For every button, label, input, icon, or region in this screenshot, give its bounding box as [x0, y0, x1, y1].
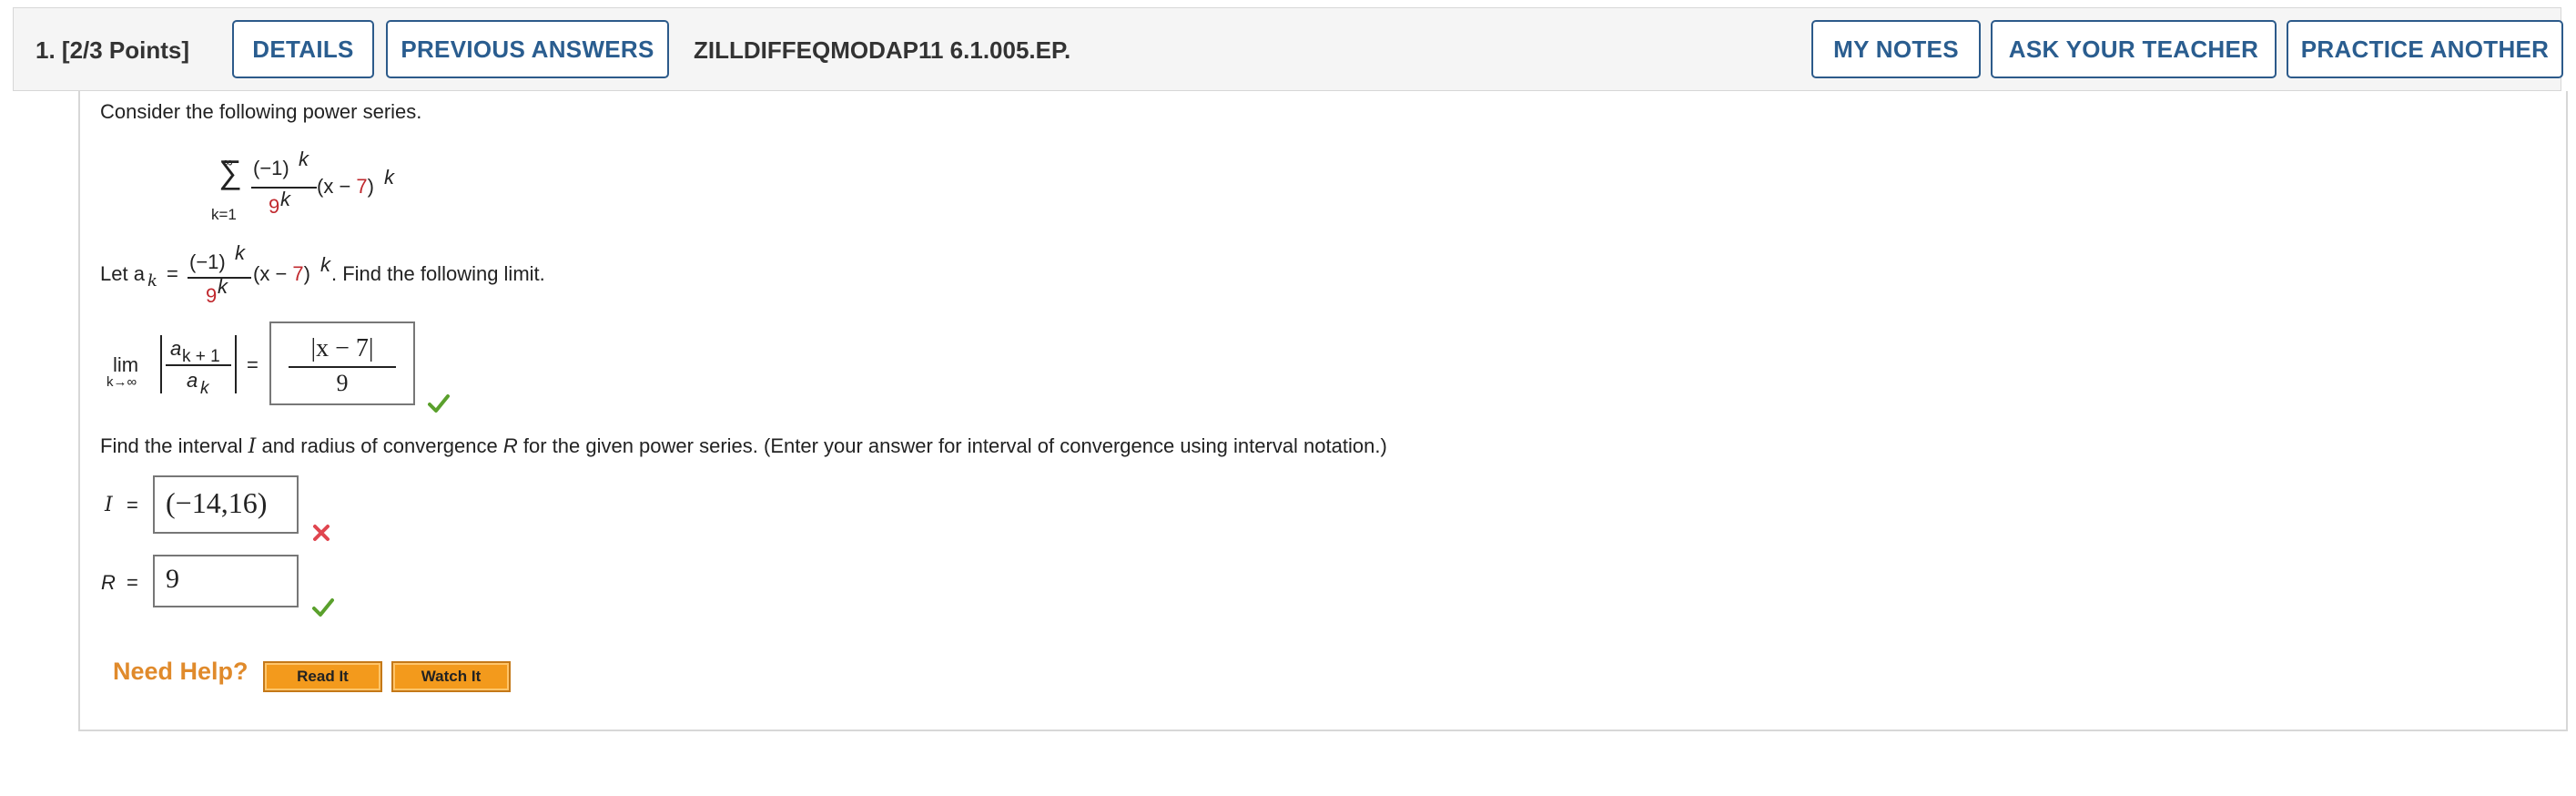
- limit-denominator-subscript: k: [200, 379, 209, 398]
- limit-equals: =: [247, 353, 259, 376]
- let-denominator-exponent: k: [218, 275, 228, 298]
- interval-answer-value: (−14,16): [166, 486, 268, 519]
- radius-answer-value: 9: [166, 564, 179, 594]
- radius-correct-check-icon: [312, 598, 334, 617]
- series-term-open: (x −: [317, 175, 357, 198]
- let-center: 7: [292, 262, 304, 285]
- let-term-open: (x −: [253, 262, 293, 285]
- sum-lower-limit: k=1: [211, 206, 237, 223]
- interval-answer-box[interactable]: (−14,16): [153, 475, 299, 534]
- let-term-close: ): [303, 262, 310, 285]
- R-equals: =: [127, 571, 138, 594]
- ask-your-teacher-button[interactable]: ASK YOUR TEACHER: [1991, 20, 2277, 78]
- question-header: 1. [2/3 Points] DETAILS PREVIOUS ANSWERS…: [13, 7, 2563, 91]
- limit-answer-denominator: 9: [336, 370, 349, 396]
- series-term: (x − 7): [317, 175, 374, 199]
- I-label: I: [105, 494, 113, 516]
- I-equals: =: [127, 494, 138, 516]
- limit-answer-fraction-bar: [289, 366, 396, 368]
- abs-bar-right: [235, 335, 237, 393]
- let-term-exponent: k: [320, 253, 330, 276]
- let-equals: =: [167, 262, 178, 285]
- limit-denominator: a: [187, 369, 198, 392]
- question-id: ZILLDIFFEQMODAP11 6.1.005.EP.: [694, 36, 1071, 64]
- series-denominator-exponent: k: [280, 188, 290, 210]
- let-numerator: (−1): [189, 250, 226, 273]
- interval-incorrect-x-icon: [313, 525, 330, 541]
- question-panel: [78, 91, 2568, 731]
- need-help-label: Need Help?: [113, 658, 248, 685]
- limit-fraction-bar: [166, 364, 231, 366]
- limit-answer-box[interactable]: |x − 7| 9: [269, 321, 415, 405]
- interval-prompt: Find the interval I and radius of conver…: [100, 434, 1387, 458]
- let-term: (x − 7): [253, 262, 310, 286]
- radius-answer-box[interactable]: 9: [153, 555, 299, 607]
- series-term-close: ): [367, 175, 374, 198]
- watch-it-button[interactable]: Watch It: [391, 661, 511, 692]
- interval-prompt-part1: Find the interval: [100, 434, 248, 457]
- abs-bar-left: [160, 335, 162, 393]
- sum-upper-limit: ∞: [223, 155, 233, 170]
- series-term-exponent: k: [384, 166, 394, 189]
- read-it-button[interactable]: Read It: [263, 661, 382, 692]
- previous-answers-button[interactable]: PREVIOUS ANSWERS: [386, 20, 669, 78]
- lim-subscript: k→∞: [106, 374, 137, 390]
- limit-answer-numerator: |x − 7|: [310, 334, 374, 362]
- let-text: Let a: [100, 262, 145, 285]
- series-numerator: (−1): [253, 157, 289, 179]
- question-intro: Consider the following power series.: [100, 100, 422, 123]
- interval-prompt-part3: for the given power series. (Enter your …: [517, 434, 1387, 457]
- question-points-label: 1. [2/3 Points]: [35, 36, 190, 64]
- practice-another-button[interactable]: PRACTICE ANOTHER: [2287, 20, 2563, 78]
- let-subscript: k: [147, 271, 157, 291]
- let-numerator-exponent: k: [235, 241, 245, 264]
- series-center: 7: [356, 175, 368, 198]
- series-denominator: 9: [269, 195, 280, 218]
- series-numerator-exponent: k: [299, 148, 309, 170]
- interval-prompt-R: R: [502, 434, 518, 457]
- details-button[interactable]: DETAILS: [232, 20, 374, 78]
- limit-correct-check-icon: [428, 394, 450, 413]
- R-label: R: [101, 571, 116, 594]
- interval-prompt-part2: and radius of convergence: [256, 434, 503, 457]
- let-instruction: . Find the following limit.: [331, 262, 545, 285]
- my-notes-button[interactable]: MY NOTES: [1811, 20, 1981, 78]
- limit-numerator: a: [170, 337, 182, 360]
- let-denominator: 9: [206, 284, 218, 307]
